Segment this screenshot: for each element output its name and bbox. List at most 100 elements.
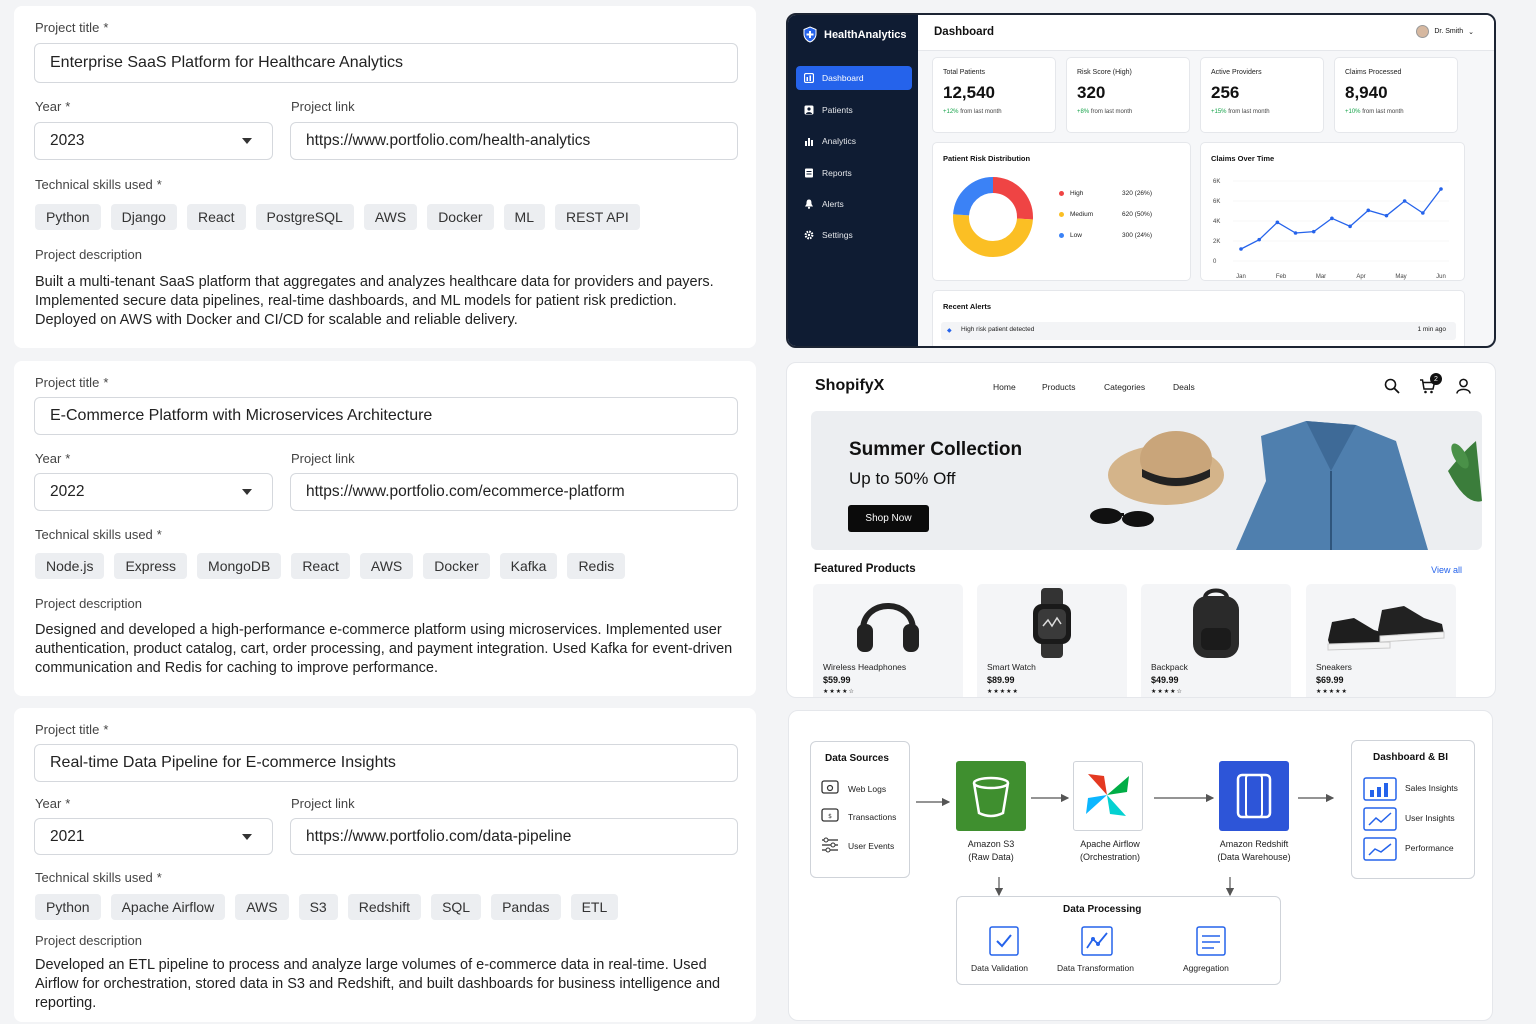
transactions-icon: $	[821, 808, 839, 822]
cart-count-badge: 2	[1430, 373, 1442, 385]
risk-distribution-panel: Patient Risk Distribution High 320 (26%) …	[932, 142, 1191, 281]
sidebar: HealthAnalytics Dashboard Patients Analy…	[788, 15, 918, 346]
nav-deals[interactable]: Deals	[1173, 382, 1195, 392]
skill-chip[interactable]: REST API	[555, 204, 640, 230]
skill-chip[interactable]: Redshift	[347, 894, 422, 920]
project-description[interactable]: Built a multi-tenant SaaS platform that …	[35, 273, 735, 330]
project-card-3: Project title * Real-time Data Pipeline f…	[14, 708, 756, 1022]
skill-chip[interactable]: Kafka	[499, 553, 558, 579]
search-icon[interactable]	[1384, 378, 1400, 394]
claims-data-point	[1257, 237, 1261, 242]
sidebar-item-reports[interactable]: Reports	[796, 161, 912, 185]
year-select[interactable]: 2021	[34, 818, 273, 855]
project-link-input[interactable]: https://www.portfolio.com/health-analyti…	[290, 122, 738, 160]
bi-item: User Insights	[1405, 813, 1455, 823]
project-link-input[interactable]: https://www.portfolio.com/ecommerce-plat…	[290, 473, 738, 511]
legend-item-low: Low 300 (24%)	[1059, 232, 1152, 239]
hero-image	[1090, 421, 1482, 550]
skills-list: Node.js Express MongoDB React AWS Docker…	[35, 553, 626, 579]
health-analytics-screenshot: HealthAnalytics Dashboard Patients Analy…	[786, 13, 1496, 348]
sidebar-item-dashboard[interactable]: Dashboard	[796, 66, 912, 90]
page-title: Dashboard	[934, 26, 995, 38]
sidebar-item-settings[interactable]: Settings	[796, 223, 912, 247]
stat-card: Claims Processed 8,940 +10% from last mo…	[1334, 57, 1458, 133]
svg-text:$: $	[828, 813, 832, 820]
processing-item: Aggregation	[1183, 963, 1229, 973]
sidebar-item-analytics[interactable]: Analytics	[796, 129, 912, 153]
headphones-icon	[857, 603, 919, 652]
sidebar-item-alerts[interactable]: Alerts	[796, 192, 912, 216]
skill-chip[interactable]: Node.js	[35, 553, 105, 579]
skill-chip[interactable]: AWS	[235, 894, 289, 920]
project-link-input[interactable]: https://www.portfolio.com/data-pipeline	[290, 818, 738, 855]
legend-swatch	[1059, 191, 1064, 196]
skill-chip[interactable]: AWS	[359, 553, 414, 579]
year-select[interactable]: 2023	[34, 122, 273, 160]
shop-now-button[interactable]: Shop Now	[848, 505, 929, 532]
skill-chip[interactable]: Docker	[427, 204, 494, 230]
y-tick-label: 0	[1213, 259, 1217, 265]
y-tick-label: 6K	[1213, 179, 1220, 185]
product-card[interactable]: Wireless Headphones $59.99 ★★★★☆	[813, 584, 963, 697]
skill-chip[interactable]: Express	[114, 553, 188, 579]
skill-chip[interactable]: Pandas	[491, 894, 561, 920]
skill-chip[interactable]: Django	[110, 204, 177, 230]
skill-chip[interactable]: ETL	[570, 894, 619, 920]
skill-chip[interactable]: React	[186, 204, 246, 230]
claims-data-point	[1239, 247, 1243, 251]
patients-icon	[804, 105, 814, 115]
product-card[interactable]: Smart Watch $89.99 ★★★★★	[977, 584, 1127, 697]
title-label: Project title *	[35, 375, 109, 390]
sidebar-item-patients[interactable]: Patients	[796, 98, 912, 122]
skill-chip[interactable]: Apache Airflow	[110, 894, 226, 920]
user-icon[interactable]	[1456, 378, 1471, 394]
skill-chip[interactable]: ML	[503, 204, 545, 230]
x-tick-label: May	[1395, 274, 1406, 280]
project-description[interactable]: Developed an ETL pipeline to process and…	[35, 956, 735, 1013]
skill-chip[interactable]: PostgreSQL	[255, 204, 354, 230]
view-all-link[interactable]: View all	[1431, 565, 1462, 575]
claims-data-point	[1366, 208, 1371, 213]
alert-row[interactable]: ◆ High risk patient detected 1 min ago	[941, 322, 1456, 340]
source-item: Web Logs	[848, 784, 887, 794]
sneakers-icon	[1327, 606, 1445, 651]
skill-chip[interactable]: MongoDB	[197, 553, 282, 579]
project-title-input[interactable]: Real-time Data Pipeline for E-commerce I…	[34, 744, 738, 782]
user-menu[interactable]: Dr. Smith ⌄	[1416, 25, 1474, 38]
skill-chip[interactable]: Redis	[567, 553, 626, 579]
risk-donut-chart	[953, 177, 1033, 257]
nav-categories[interactable]: Categories	[1104, 382, 1145, 392]
year-select[interactable]: 2022	[34, 473, 273, 511]
skill-chip[interactable]: SQL	[431, 894, 482, 920]
skill-chip[interactable]: Python	[35, 894, 101, 920]
x-tick-label: Mar	[1316, 274, 1326, 280]
skill-chip[interactable]: S3	[298, 894, 338, 920]
skill-chip[interactable]: Docker	[423, 553, 490, 579]
link-label: Project link	[291, 99, 355, 114]
user-events-icon	[822, 837, 838, 853]
shop-logo[interactable]: ShopifyX	[815, 377, 884, 395]
nav-home[interactable]: Home	[993, 382, 1016, 392]
claims-data-point	[1421, 211, 1425, 215]
year-label: Year *	[35, 99, 71, 114]
project-description[interactable]: Designed and developed a high-performanc…	[35, 621, 735, 678]
legend-swatch	[1059, 212, 1064, 217]
skill-chip[interactable]: React	[291, 553, 350, 579]
product-card[interactable]: Backpack $49.99 ★★★★☆	[1141, 584, 1291, 697]
claims-data-point	[1384, 213, 1389, 218]
bucket-icon	[972, 776, 1010, 818]
skill-chip[interactable]: AWS	[363, 204, 418, 230]
legend-item-high: High 320 (26%)	[1059, 190, 1152, 197]
dashboard-main: Dashboard Dr. Smith ⌄ Total Patients 12,…	[918, 15, 1494, 346]
top-bar: Dashboard Dr. Smith ⌄	[918, 15, 1494, 51]
project-title-input[interactable]: E-Commerce Platform with Microservices A…	[34, 397, 738, 435]
stat-card: Active Providers 256 +15% from last mont…	[1200, 57, 1324, 133]
product-card[interactable]: Sneakers $69.99 ★★★★★	[1306, 584, 1456, 697]
claims-data-point	[1348, 224, 1352, 229]
source-item: User Events	[848, 841, 895, 851]
sales-bar-icon	[1363, 777, 1397, 801]
nav-products[interactable]: Products	[1042, 382, 1076, 392]
skill-chip[interactable]: Python	[35, 204, 101, 230]
alert-dot-icon: ◆	[947, 328, 952, 334]
project-title-input[interactable]: Enterprise SaaS Platform for Healthcare …	[34, 43, 738, 83]
